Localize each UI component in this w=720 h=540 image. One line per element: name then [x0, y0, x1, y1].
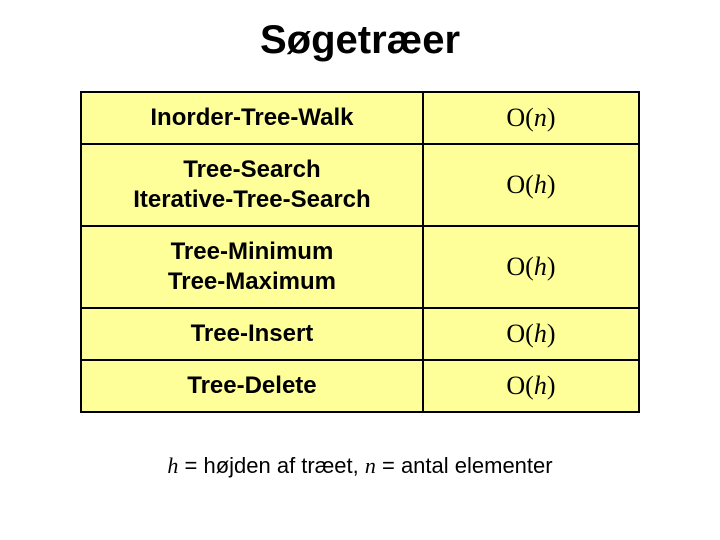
big-o-open: O(: [506, 319, 533, 348]
operation-cell: Tree-SearchIterative-Tree-Search: [81, 144, 423, 226]
complexity-var: h: [534, 319, 547, 348]
table-row: Tree-Insert O(h): [81, 308, 639, 360]
complexity-table: Inorder-Tree-Walk O(n) Tree-SearchIterat…: [80, 91, 640, 413]
big-o-open: O(: [506, 170, 533, 199]
complexity-var: n: [534, 103, 547, 132]
footnote-h-text: = højden af træet,: [178, 453, 364, 478]
page-title: Søgetræer: [0, 18, 720, 63]
complexity-cell: O(h): [423, 360, 639, 412]
big-o-open: O(: [506, 103, 533, 132]
complexity-var: h: [534, 170, 547, 199]
footnote-n-var: n: [365, 453, 376, 478]
operation-cell: Tree-Delete: [81, 360, 423, 412]
big-o-open: O(: [506, 252, 533, 281]
big-o-close: ): [547, 170, 556, 199]
table-row: Inorder-Tree-Walk O(n): [81, 92, 639, 144]
table-row: Tree-MinimumTree-Maximum O(h): [81, 226, 639, 308]
complexity-cell: O(h): [423, 144, 639, 226]
footnote-h-var: h: [167, 453, 178, 478]
operation-cell: Inorder-Tree-Walk: [81, 92, 423, 144]
slide: Søgetræer Inorder-Tree-Walk O(n) Tree-Se…: [0, 0, 720, 540]
big-o-close: ): [547, 103, 556, 132]
footnote: h = højden af træet, n = antal elementer: [0, 453, 720, 479]
footnote-n-text: = antal elementer: [376, 453, 553, 478]
big-o-close: ): [547, 371, 556, 400]
complexity-var: h: [534, 252, 547, 281]
table-row: Tree-SearchIterative-Tree-Search O(h): [81, 144, 639, 226]
complexity-cell: O(h): [423, 226, 639, 308]
big-o-close: ): [547, 252, 556, 281]
complexity-cell: O(h): [423, 308, 639, 360]
operation-cell: Tree-MinimumTree-Maximum: [81, 226, 423, 308]
complexity-cell: O(n): [423, 92, 639, 144]
complexity-var: h: [534, 371, 547, 400]
table-row: Tree-Delete O(h): [81, 360, 639, 412]
big-o-open: O(: [506, 371, 533, 400]
operation-cell: Tree-Insert: [81, 308, 423, 360]
big-o-close: ): [547, 319, 556, 348]
